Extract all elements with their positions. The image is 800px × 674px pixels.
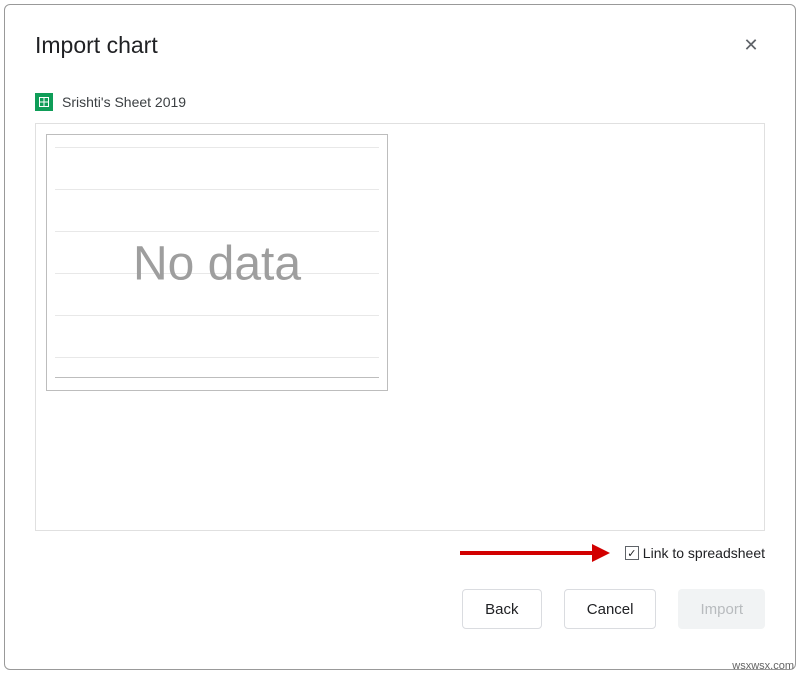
- google-sheets-icon: [35, 93, 53, 111]
- no-data-text: No data: [133, 236, 301, 291]
- import-button[interactable]: Import: [678, 589, 765, 629]
- chart-inner: No data: [55, 141, 379, 386]
- link-to-spreadsheet-checkbox[interactable]: ✓: [625, 546, 639, 560]
- dialog-title: Import chart: [35, 32, 158, 59]
- chart-thumbnail[interactable]: No data: [46, 134, 388, 391]
- dialog-button-row: Back Cancel Import: [35, 589, 765, 629]
- back-button[interactable]: Back: [462, 589, 542, 629]
- close-icon[interactable]: ✕: [737, 31, 765, 59]
- annotation-arrow-icon: [460, 546, 610, 560]
- import-chart-dialog: Import chart ✕ Srishti's Sheet 2019 No d…: [4, 4, 796, 670]
- chart-preview-area: No data: [35, 123, 765, 531]
- link-to-spreadsheet-label: Link to spreadsheet: [643, 545, 765, 561]
- source-row: Srishti's Sheet 2019: [35, 93, 765, 111]
- dialog-header: Import chart ✕: [35, 31, 765, 59]
- source-name: Srishti's Sheet 2019: [62, 94, 186, 110]
- watermark-text: wsxwsx.com: [732, 660, 794, 672]
- cancel-button[interactable]: Cancel: [564, 589, 657, 629]
- link-checkbox-row: ✓ Link to spreadsheet: [35, 545, 765, 561]
